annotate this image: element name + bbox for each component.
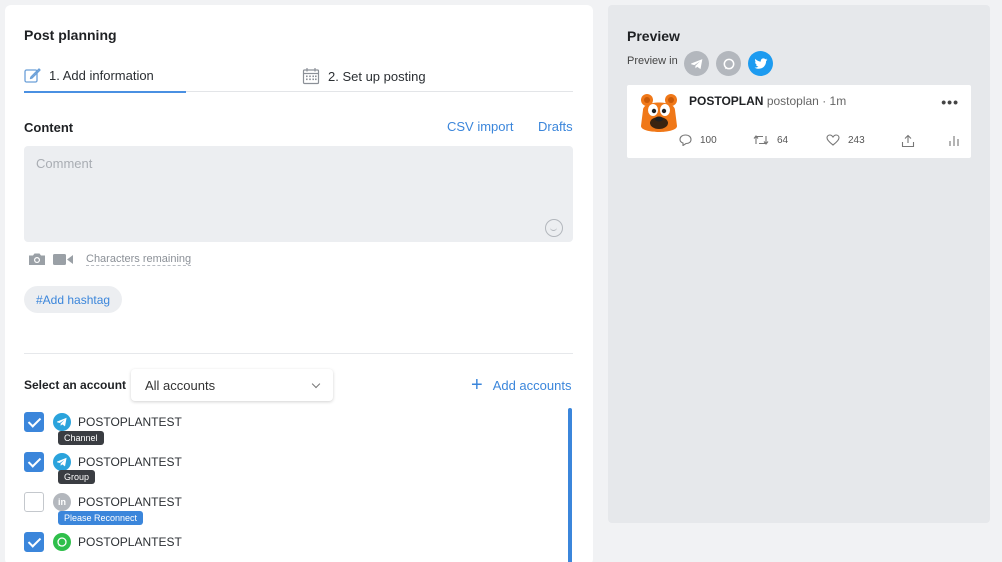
- account-name: POSTOPLANTEST: [78, 535, 182, 549]
- tab-label: 2. Set up posting: [328, 68, 426, 84]
- preview-in-label: Preview in: [627, 55, 678, 67]
- analytics-stat: [948, 134, 968, 147]
- account-name: POSTOPLANTEST: [78, 415, 182, 429]
- chevron-down-icon: [311, 379, 321, 389]
- account-checkbox[interactable]: [24, 452, 44, 472]
- retweet-stat: 64: [753, 134, 788, 146]
- tab-bar: 1. Add information 2. Set up posting: [24, 60, 573, 93]
- tweet-author: POSTOPLAN postoplan · 1m: [689, 94, 846, 108]
- more-icon[interactable]: •••: [941, 94, 959, 110]
- post-planning-panel: Post planning 1. Add information 2. Set …: [5, 5, 593, 562]
- reply-icon: [679, 134, 692, 146]
- retweet-icon: [753, 135, 769, 145]
- page-title: Post planning: [24, 27, 117, 43]
- account-select[interactable]: All accounts: [131, 369, 333, 401]
- account-type-badge: Group: [58, 470, 96, 484]
- like-count: 243: [848, 134, 865, 146]
- media-toolbar: Characters remaining: [28, 252, 192, 266]
- add-accounts-button[interactable]: + Add accounts: [471, 375, 571, 395]
- account-checkbox[interactable]: [24, 492, 44, 512]
- heart-icon: [826, 134, 840, 146]
- reply-stat: 100: [679, 134, 717, 146]
- tweet-handle: postoplan · 1m: [766, 94, 847, 108]
- linkedin-icon: in: [53, 493, 71, 511]
- retweet-count: 64: [777, 134, 789, 146]
- emoji-icon[interactable]: [545, 219, 563, 237]
- whatsapp-icon: [53, 533, 71, 551]
- tweet-preview-card: POSTOPLAN postoplan · 1m ••• 100 64 243: [627, 85, 971, 158]
- account-select-value: All accounts: [145, 377, 216, 393]
- add-hashtag-button[interactable]: #Add hashtag: [24, 286, 123, 313]
- scrollbar[interactable]: [568, 408, 572, 562]
- tab-add-information[interactable]: 1. Add information: [24, 60, 186, 93]
- tweet-display-name: POSTOPLAN: [689, 94, 764, 108]
- csv-import-link[interactable]: CSV import: [447, 119, 513, 134]
- account-checkbox[interactable]: [24, 412, 44, 432]
- divider: [24, 353, 573, 354]
- telegram-icon: [53, 413, 71, 431]
- share-stat: [901, 134, 923, 148]
- analytics-icon[interactable]: [948, 134, 960, 147]
- camera-icon[interactable]: [28, 252, 46, 266]
- calendar-icon: [302, 68, 320, 85]
- video-icon[interactable]: [52, 253, 74, 266]
- preview-panel: Preview Preview in POSTOPLAN postoplan ·…: [608, 5, 990, 523]
- drafts-link[interactable]: Drafts: [538, 119, 573, 134]
- like-stat: 243: [826, 134, 865, 146]
- account-row[interactable]: POSTOPLANTEST: [24, 452, 182, 472]
- account-checkbox[interactable]: [24, 532, 44, 552]
- twitter-icon[interactable]: [748, 51, 773, 76]
- telegram-icon[interactable]: [684, 51, 709, 76]
- characters-remaining: Characters remaining: [86, 252, 192, 266]
- reply-count: 100: [700, 134, 717, 146]
- add-accounts-label: Add accounts: [492, 377, 572, 393]
- preview-title: Preview: [627, 28, 680, 44]
- content-heading: Content: [24, 120, 74, 135]
- whatsapp-icon[interactable]: [716, 51, 741, 76]
- postoplan-mascot-avatar: [641, 94, 677, 132]
- account-row[interactable]: POSTOPLANTEST: [24, 532, 182, 552]
- tab-set-up-posting[interactable]: 2. Set up posting: [302, 60, 426, 92]
- reconnect-badge[interactable]: Please Reconnect: [58, 511, 144, 525]
- account-row[interactable]: in POSTOPLANTEST: [24, 492, 182, 512]
- account-type-badge: Channel: [58, 431, 104, 445]
- account-row[interactable]: POSTOPLANTEST: [24, 412, 182, 432]
- comment-input[interactable]: [24, 146, 573, 242]
- account-name: POSTOPLANTEST: [78, 455, 182, 469]
- account-name: POSTOPLANTEST: [78, 495, 182, 509]
- edit-icon: [24, 68, 41, 83]
- telegram-icon: [53, 453, 71, 471]
- plus-icon: +: [471, 374, 483, 396]
- select-account-label: Select an account: [24, 378, 127, 392]
- share-icon[interactable]: [901, 134, 915, 148]
- tab-label: 1. Add information: [49, 68, 154, 83]
